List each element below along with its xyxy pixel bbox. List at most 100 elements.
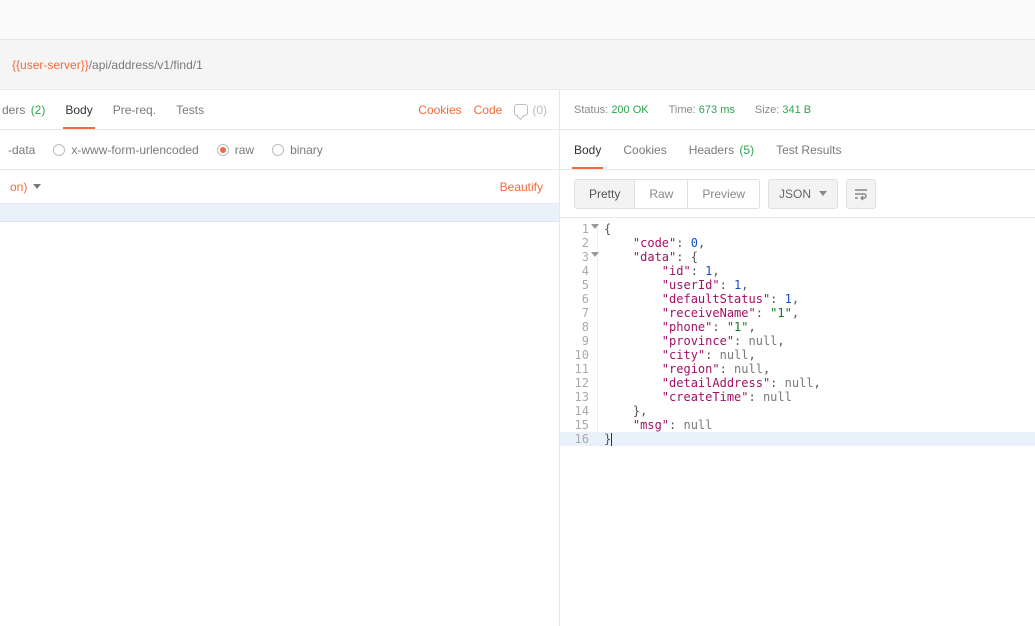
bodytype-formdata-label: -data xyxy=(8,143,35,157)
code-content: "msg": null xyxy=(604,418,712,432)
bodytype-binary[interactable]: binary xyxy=(272,143,323,157)
code-content: "receiveName": "1", xyxy=(604,306,799,320)
tab-headers[interactable]: ders (2) xyxy=(0,103,47,117)
code-line[interactable]: 6 "defaultStatus": 1, xyxy=(560,292,1035,306)
comments-button[interactable]: (0) xyxy=(514,103,547,117)
time-value: 673 ms xyxy=(699,104,735,116)
bodytype-formdata[interactable]: -data xyxy=(8,143,35,157)
line-number: 9 xyxy=(560,334,598,348)
line-number: 15 xyxy=(560,418,598,432)
time-label: Time: xyxy=(669,104,696,116)
code-line[interactable]: 7 "receiveName": "1", xyxy=(560,306,1035,320)
request-url-bar[interactable]: {{user-server}}/api/address/v1/find/1 xyxy=(0,40,1035,90)
request-body-editor[interactable] xyxy=(0,204,559,222)
bodytype-raw-label: raw xyxy=(235,143,254,157)
size-label: Size: xyxy=(755,104,779,116)
resp-tab-tests[interactable]: Test Results xyxy=(776,143,841,157)
view-mode-segment: Pretty Raw Preview xyxy=(574,179,760,209)
code-line[interactable]: 2 "code": 0, xyxy=(560,236,1035,250)
bodytype-xwww-label: x-www-form-urlencoded xyxy=(71,143,198,157)
code-line[interactable]: 5 "userId": 1, xyxy=(560,278,1035,292)
raw-subtype-row: on) Beautify xyxy=(0,170,559,204)
response-status-row: Status: 200 OK Time: 673 ms Size: 341 B xyxy=(560,90,1035,130)
fold-icon[interactable] xyxy=(591,224,599,229)
resp-tab-cookies[interactable]: Cookies xyxy=(623,143,666,157)
fold-icon[interactable] xyxy=(591,252,599,257)
line-number: 12 xyxy=(560,376,598,390)
code-line[interactable]: 4 "id": 1, xyxy=(560,264,1035,278)
resp-tab-body[interactable]: Body xyxy=(574,143,601,157)
comments-count: (0) xyxy=(532,103,547,117)
raw-format-dropdown[interactable]: on) xyxy=(10,180,41,194)
request-tab-bar: ders (2) Body Pre-req. Tests Cookies Cod… xyxy=(0,90,559,130)
cookies-link[interactable]: Cookies xyxy=(418,103,461,117)
line-number: 3 xyxy=(560,250,598,264)
code-content: "detailAddress": null, xyxy=(604,376,821,390)
resp-tab-headers-label: Headers xyxy=(689,143,734,157)
response-pane: Status: 200 OK Time: 673 ms Size: 341 B … xyxy=(560,90,1035,626)
bodytype-raw[interactable]: raw xyxy=(217,143,254,157)
code-line[interactable]: 11 "region": null, xyxy=(560,362,1035,376)
line-number: 5 xyxy=(560,278,598,292)
code-line[interactable]: 10 "city": null, xyxy=(560,348,1035,362)
line-number: 8 xyxy=(560,320,598,334)
code-line[interactable]: 9 "province": null, xyxy=(560,334,1035,348)
wrap-toggle-button[interactable] xyxy=(846,179,876,209)
view-pretty-button[interactable]: Pretty xyxy=(575,180,634,208)
line-number: 4 xyxy=(560,264,598,278)
response-toolbar: Pretty Raw Preview JSON xyxy=(560,170,1035,218)
tab-prereq[interactable]: Pre-req. xyxy=(111,103,158,117)
code-line[interactable]: 16} xyxy=(560,432,1035,446)
url-path: /api/address/v1/find/1 xyxy=(89,58,203,72)
beautify-link[interactable]: Beautify xyxy=(500,180,549,194)
code-content: "createTime": null xyxy=(604,390,792,404)
status-label: Status: xyxy=(574,104,608,116)
tab-tests[interactable]: Tests xyxy=(174,103,206,117)
line-number: 16 xyxy=(560,432,598,446)
line-number: 1 xyxy=(560,222,598,236)
code-content: "city": null, xyxy=(604,348,756,362)
radio-icon xyxy=(53,144,65,156)
format-dropdown[interactable]: JSON xyxy=(768,179,838,209)
line-number: 10 xyxy=(560,348,598,362)
code-line[interactable]: 3 "data": { xyxy=(560,250,1035,264)
line-number: 13 xyxy=(560,390,598,404)
code-line[interactable]: 15 "msg": null xyxy=(560,418,1035,432)
response-body-viewer[interactable]: 1{2 "code": 0,3 "data": {4 "id": 1,5 "us… xyxy=(560,218,1035,626)
wrap-icon xyxy=(853,186,869,202)
request-pane: ders (2) Body Pre-req. Tests Cookies Cod… xyxy=(0,90,560,626)
response-tab-bar: Body Cookies Headers (5) Test Results xyxy=(560,130,1035,170)
resp-tab-headers-count: (5) xyxy=(739,143,754,157)
line-number: 6 xyxy=(560,292,598,306)
code-content: "region": null, xyxy=(604,362,770,376)
line-number: 11 xyxy=(560,362,598,376)
body-type-row: -data x-www-form-urlencoded raw binary xyxy=(0,130,559,170)
code-line[interactable]: 8 "phone": "1", xyxy=(560,320,1035,334)
resp-tab-headers[interactable]: Headers (5) xyxy=(689,143,754,157)
code-line[interactable]: 1{ xyxy=(560,222,1035,236)
url-variable: {{user-server}} xyxy=(12,58,89,72)
comment-icon xyxy=(514,104,528,116)
tab-headers-count: (2) xyxy=(31,103,46,117)
tab-body[interactable]: Body xyxy=(63,103,94,117)
code-line[interactable]: 14 }, xyxy=(560,404,1035,418)
code-content: "id": 1, xyxy=(604,264,720,278)
format-label: JSON xyxy=(779,187,811,201)
code-link[interactable]: Code xyxy=(474,103,503,117)
caret-down-icon xyxy=(33,184,41,189)
code-content: "phone": "1", xyxy=(604,320,756,334)
size-value: 341 B xyxy=(782,104,811,116)
code-content: } xyxy=(604,432,612,446)
code-line[interactable]: 12 "detailAddress": null, xyxy=(560,376,1035,390)
line-number: 14 xyxy=(560,404,598,418)
radio-icon xyxy=(272,144,284,156)
bodytype-binary-label: binary xyxy=(290,143,323,157)
code-content: "userId": 1, xyxy=(604,278,749,292)
code-content: "code": 0, xyxy=(604,236,705,250)
code-line[interactable]: 13 "createTime": null xyxy=(560,390,1035,404)
bodytype-xwww[interactable]: x-www-form-urlencoded xyxy=(53,143,198,157)
view-raw-button[interactable]: Raw xyxy=(634,180,687,208)
caret-down-icon xyxy=(819,191,827,196)
code-content: "defaultStatus": 1, xyxy=(604,292,799,306)
view-preview-button[interactable]: Preview xyxy=(687,180,759,208)
